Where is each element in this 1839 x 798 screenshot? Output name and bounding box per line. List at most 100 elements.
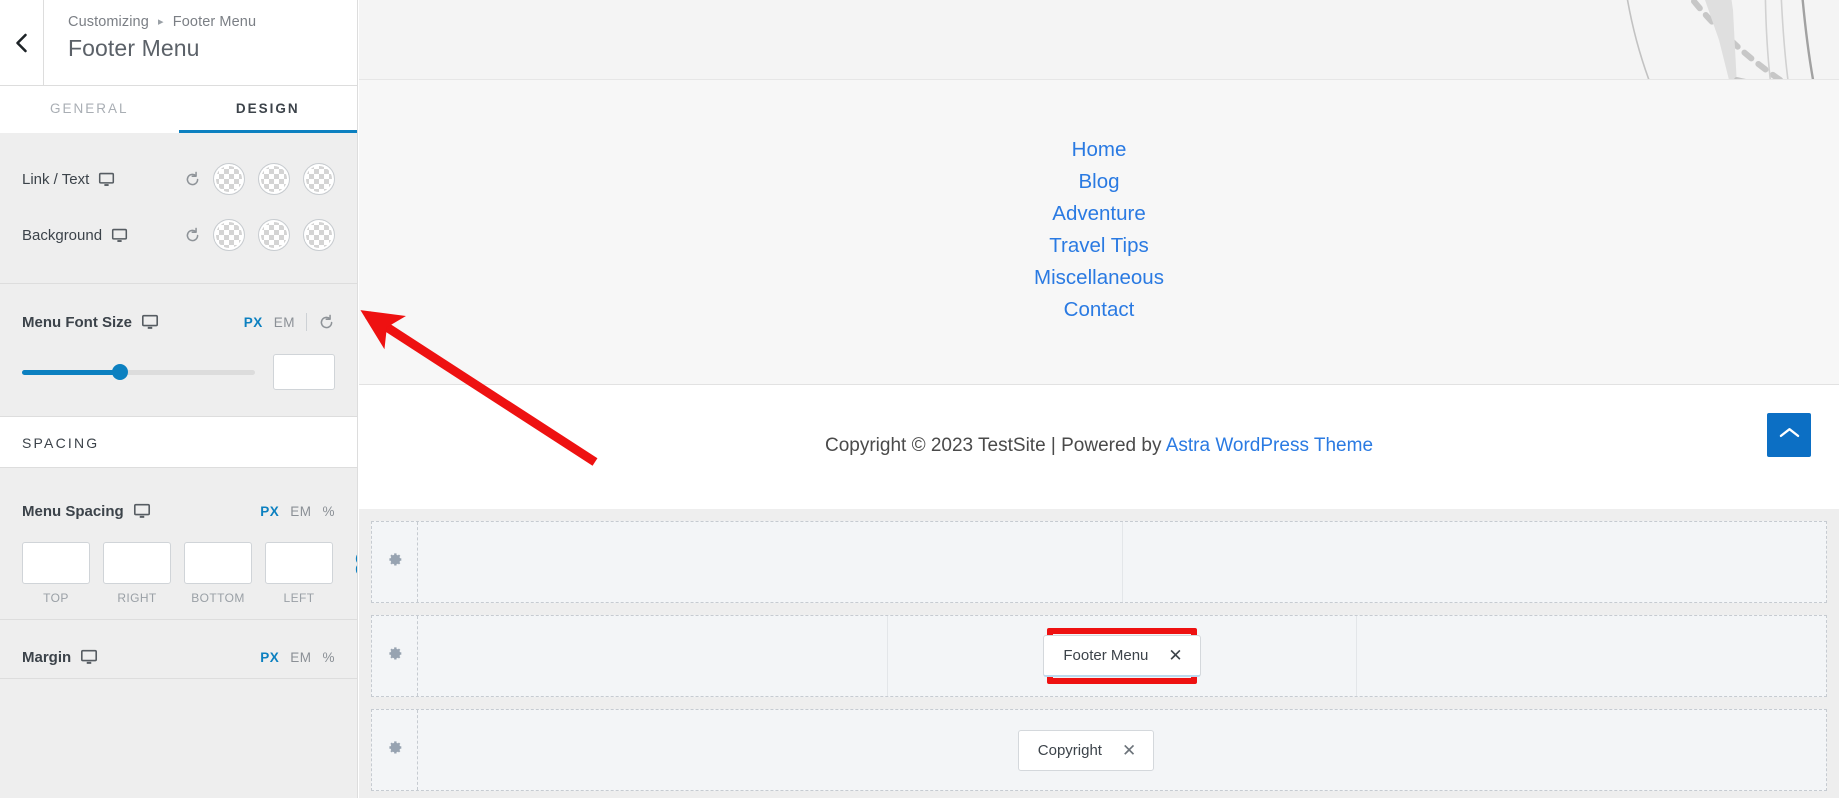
footer-column[interactable] [1123,522,1827,602]
slider-handle[interactable] [111,364,128,380]
menu-spacing-left-input[interactable] [265,542,333,584]
control-link-text-label: Link / Text [22,170,90,188]
reset-background-color-button[interactable] [184,227,201,244]
margin-header: Margin PX EM % [22,636,335,678]
footer-item-copyright[interactable]: Copyright ✕ [1017,729,1155,771]
desktop-icon[interactable] [80,648,98,666]
footer-link-blog[interactable]: Blog [359,166,1839,198]
control-label: Margin [22,648,260,666]
slider-fill [22,369,120,375]
preview-footer-menu: Home Blog Adventure Travel Tips Miscella… [359,80,1839,385]
footer-column[interactable]: Footer Menu ✕ [888,616,1358,696]
astra-theme-link[interactable]: Astra WordPress Theme [1166,435,1373,456]
close-icon[interactable]: ✕ [1168,647,1182,664]
unit-px[interactable]: PX [244,315,263,330]
page-title: Footer Menu [68,35,200,61]
control-link-text-color: Link / Text [22,151,335,207]
link-values-icon[interactable] [352,552,357,576]
footer-item-footer-menu[interactable]: Footer Menu ✕ [1043,635,1201,677]
reset-link-text-color-button[interactable] [184,171,201,188]
customizer-body: Link / Text Background Menu Font Size PX… [0,133,357,798]
footer-link-adventure[interactable]: Adventure [359,198,1839,230]
menu-font-size-input[interactable] [273,354,335,390]
site-preview: Home Blog Adventure Travel Tips Miscella… [359,0,1839,798]
color-swatch[interactable] [258,163,290,195]
row-columns [418,522,1826,602]
unit-em[interactable]: EM [290,504,311,519]
margin-label: Margin [22,648,72,666]
row-settings-button[interactable] [372,710,418,790]
color-swatch[interactable] [213,163,245,195]
close-icon[interactable]: ✕ [1122,742,1136,759]
unit-percent[interactable]: % [322,650,335,665]
color-swatch[interactable] [213,219,245,251]
menu-spacing-header: Menu Spacing PX EM % [22,490,335,532]
unit-em[interactable]: EM [274,315,295,330]
tab-general[interactable]: GENERAL [0,86,179,133]
row-settings-button[interactable] [372,522,418,602]
customizer-header: Customizing ▸ Footer Menu Footer Menu [0,0,357,86]
footer-item-label: Footer Menu [1063,647,1149,664]
tab-general-label: GENERAL [49,100,129,116]
customizer-panel: Customizing ▸ Footer Menu Footer Menu GE… [0,0,358,798]
menu-spacing-right-caption: RIGHT [117,591,157,605]
reset-font-size-button[interactable] [318,314,335,331]
menu-spacing-top-input[interactable] [22,542,90,584]
back-button[interactable] [0,0,44,85]
menu-spacing-bottom-input[interactable] [184,542,252,584]
footer-link-contact[interactable]: Contact [359,294,1839,326]
desktop-icon[interactable] [141,313,159,331]
footer-column[interactable] [1357,616,1826,696]
footer-link-home[interactable]: Home [359,134,1839,166]
gear-icon [386,645,403,667]
margin-unit-toggle: PX EM % [260,650,335,665]
tab-design[interactable]: DESIGN [178,86,357,133]
menu-spacing-right-input[interactable] [103,542,171,584]
customizer-titles: Customizing ▸ Footer Menu Footer Menu [44,0,256,85]
footer-builder-row-primary[interactable]: Footer Menu ✕ [371,615,1827,697]
menu-font-size-slider-row [22,344,335,416]
colors-group: Link / Text Background [0,133,357,284]
spacing-section-header: SPACING [0,416,357,468]
desktop-icon[interactable] [133,502,151,520]
footer-item-label: Copyright [1037,741,1102,759]
footer-builder-row-above[interactable] [371,521,1827,603]
footer-column[interactable] [418,616,888,696]
footer-link-miscellaneous[interactable]: Miscellaneous [359,262,1839,294]
menu-font-size-slider[interactable] [22,364,255,380]
unit-percent[interactable]: % [322,504,335,519]
desktop-icon[interactable] [111,227,128,244]
margin-group: Margin PX EM % [0,619,357,679]
footer-link-travel-tips[interactable]: Travel Tips [359,230,1839,262]
color-swatch[interactable] [258,219,290,251]
unit-em[interactable]: EM [290,650,311,665]
unit-px[interactable]: PX [260,504,279,519]
menu-spacing-group: Menu Spacing PX EM % TOP RIGHT BOTTOM LE… [0,468,357,619]
customizer-tabs: GENERAL DESIGN [0,86,357,133]
row-columns: Footer Menu ✕ [418,616,1826,696]
footer-column[interactable]: Copyright ✕ [418,710,1826,790]
row-columns: Copyright ✕ [418,710,1826,790]
font-size-unit-toggle: PX EM [244,313,335,331]
desktop-icon[interactable] [98,171,115,188]
spacing-section-title: SPACING [22,435,100,451]
copyright-prefix: Copyright © 2023 TestSite | Powered by [824,435,1166,456]
unit-divider [306,313,307,331]
row-settings-button[interactable] [372,616,418,696]
menu-spacing-top-caption: TOP [43,591,69,605]
breadcrumb-parent[interactable]: Customizing [68,14,149,30]
chevron-left-icon [13,32,30,54]
color-swatch[interactable] [303,219,335,251]
control-background-label: Background [22,226,103,244]
menu-spacing-bottom-caption: BOTTOM [191,591,245,605]
screen-root: Customizing ▸ Footer Menu Footer Menu GE… [0,0,1839,798]
scroll-to-top-button[interactable] [1767,413,1811,457]
copyright-text: Copyright © 2023 TestSite | Powered by A… [359,435,1839,457]
menu-spacing-unit-toggle: PX EM % [260,504,335,519]
color-swatch[interactable] [303,163,335,195]
footer-builder-row-below[interactable]: Copyright ✕ [371,709,1827,791]
unit-px[interactable]: PX [260,650,279,665]
background-color-swatches [213,219,335,251]
menu-spacing-bottom-cell: BOTTOM [184,542,252,605]
footer-column[interactable] [418,522,1123,602]
